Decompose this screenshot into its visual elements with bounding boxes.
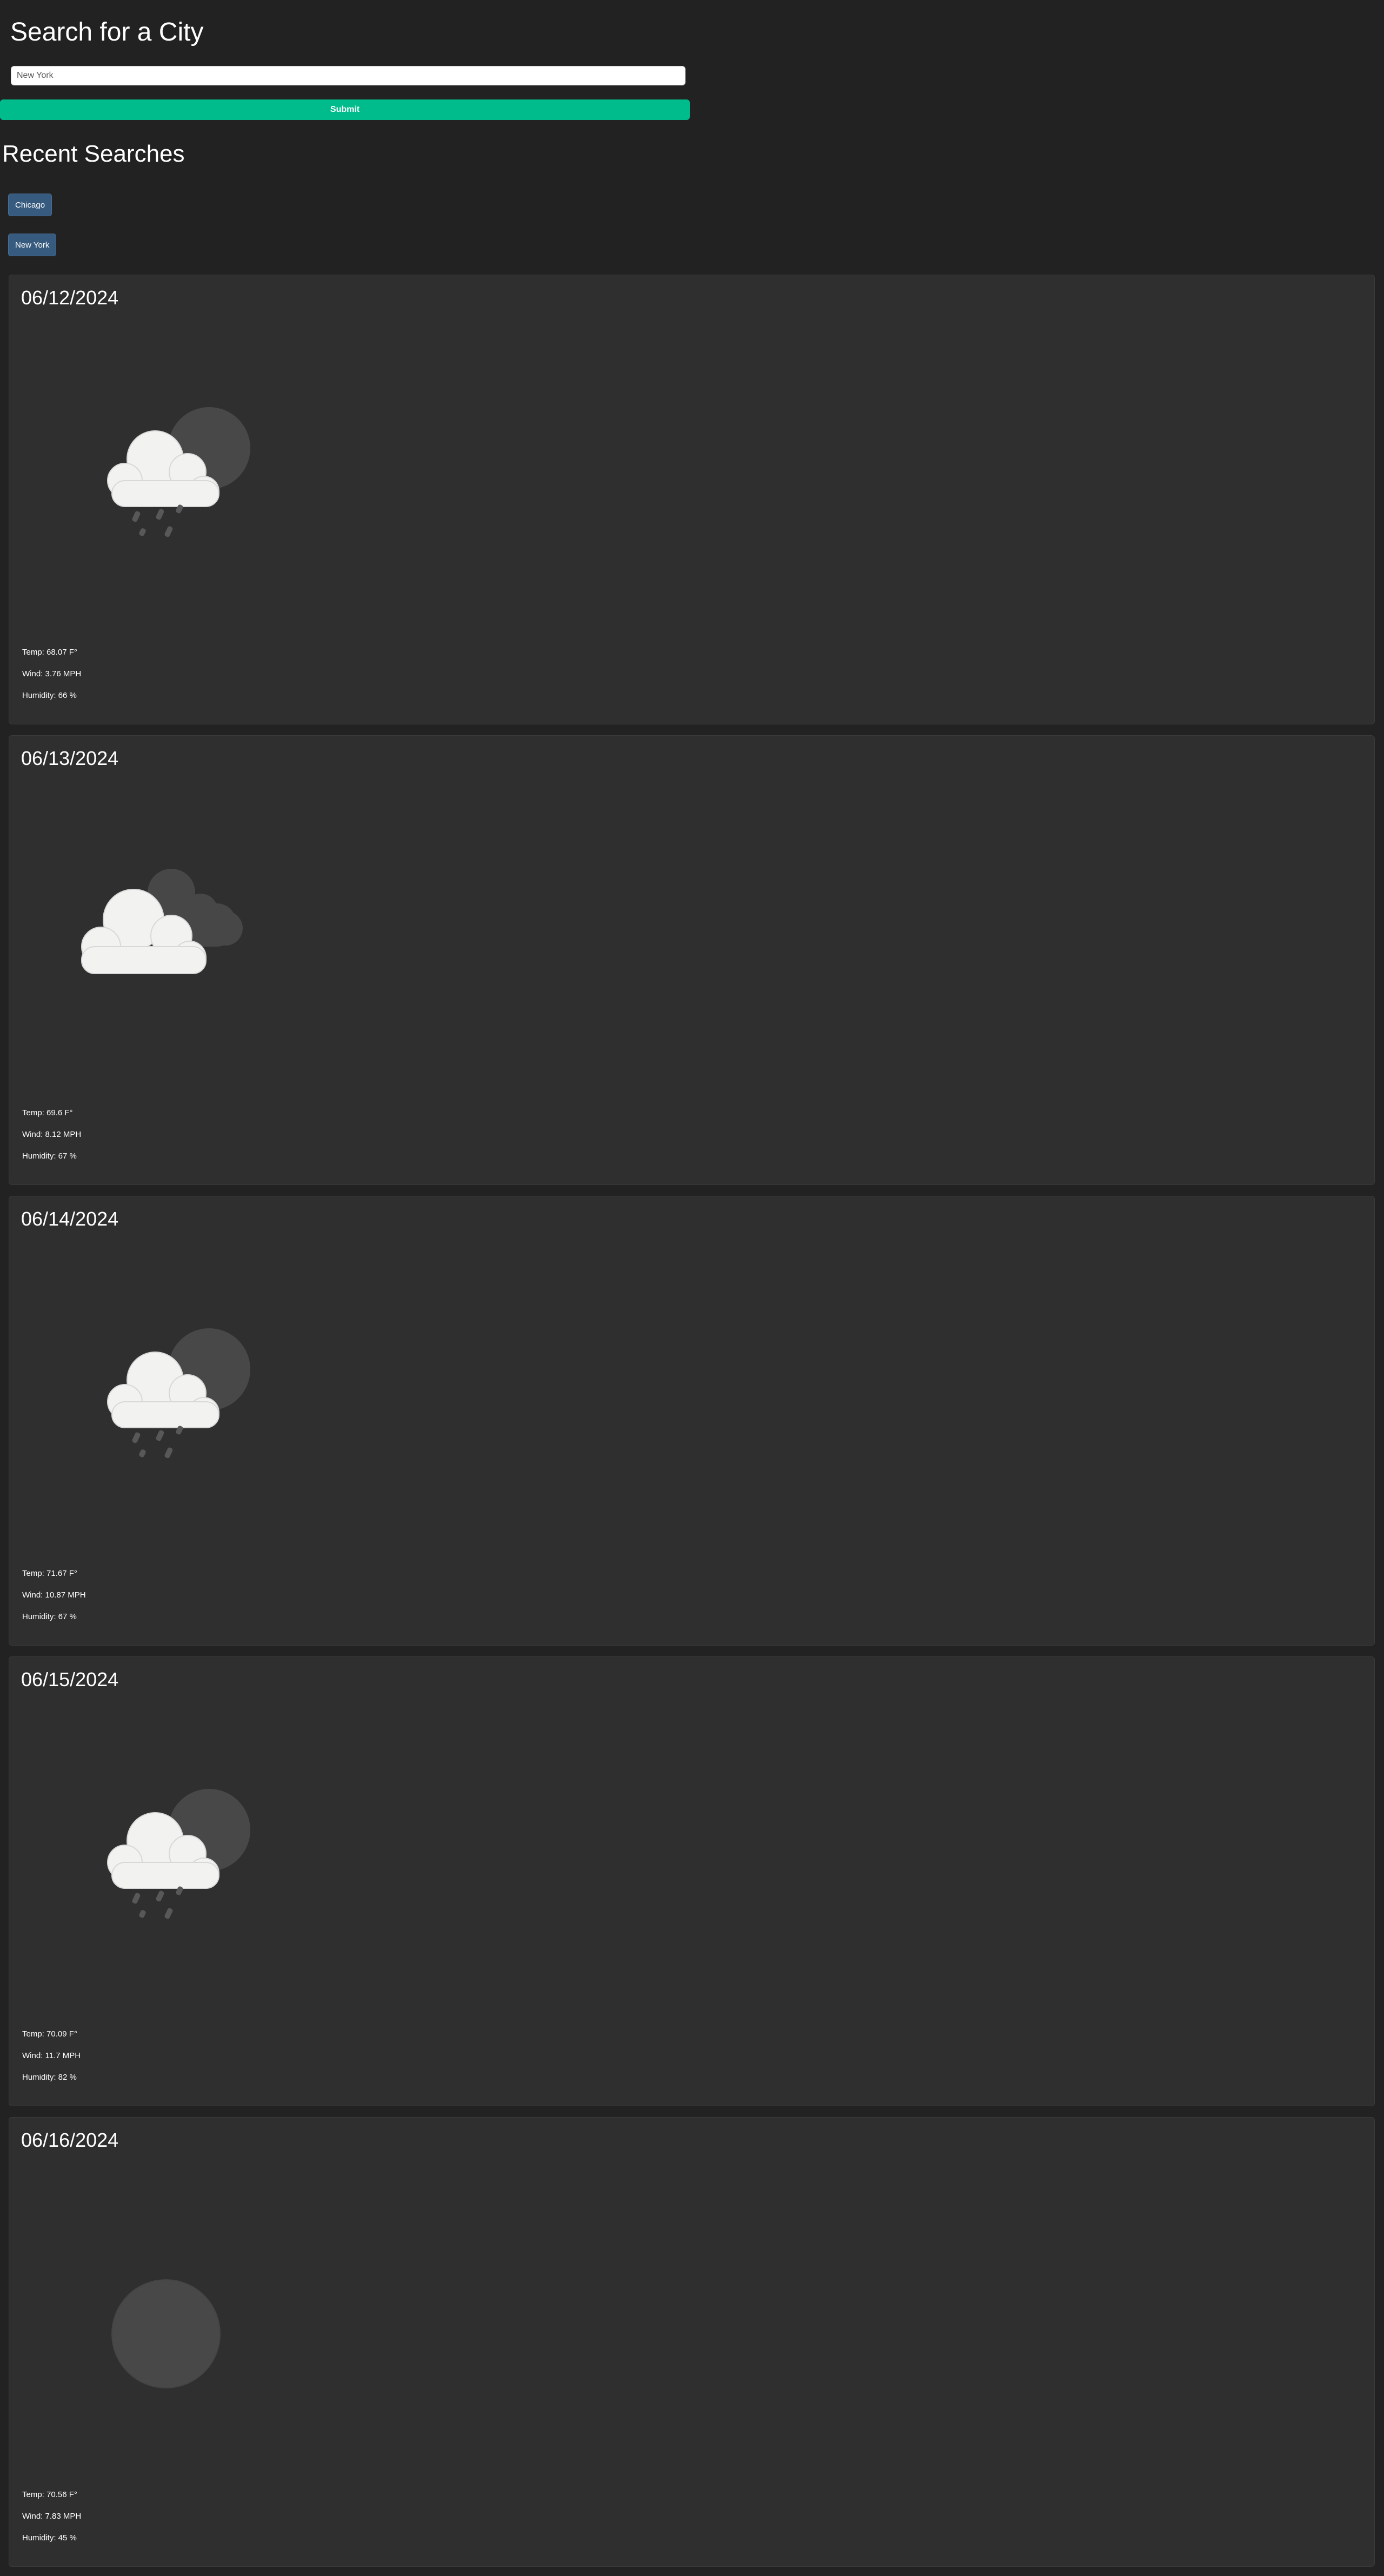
- wind-text: Wind: 7.83 MPH: [22, 2512, 82, 2521]
- submit-button[interactable]: Submit: [0, 99, 690, 120]
- forecast-card: 06/15/2024 Temp: 70.09 F° Wind: 11.7 MPH…: [9, 1656, 1375, 2106]
- wind-text: Wind: 10.87 MPH: [22, 1590, 86, 1600]
- temperature-text: Temp: 70.56 F°: [22, 2490, 77, 2499]
- forecast-date: 06/14/2024: [21, 1208, 119, 1230]
- humidity-text: Humidity: 45 %: [22, 2533, 77, 2542]
- temperature-text: Temp: 68.07 F°: [22, 648, 77, 657]
- wind-text: Wind: 8.12 MPH: [22, 1130, 82, 1139]
- temperature-text: Temp: 69.6 F°: [22, 1108, 73, 1117]
- forecast-date: 06/12/2024: [21, 287, 119, 309]
- city-search-input[interactable]: [11, 66, 686, 85]
- forecast-date: 06/15/2024: [21, 1668, 119, 1690]
- recent-search-new-york[interactable]: New York: [8, 234, 57, 256]
- forecast-card: 06/12/2024 Temp: 68.07 F° Wind: 3.76 MPH…: [9, 275, 1375, 724]
- broken-clouds-icon: [81, 869, 243, 974]
- recent-searches-title: Recent Searches: [2, 141, 185, 167]
- forecast-date: 06/13/2024: [21, 747, 119, 769]
- humidity-text: Humidity: 66 %: [22, 691, 77, 700]
- humidity-text: Humidity: 82 %: [22, 2073, 77, 2082]
- rain-cloud-moon-icon: [107, 1328, 250, 1459]
- wind-text: Wind: 3.76 MPH: [22, 669, 82, 678]
- wind-text: Wind: 11.7 MPH: [22, 2051, 81, 2060]
- rain-cloud-moon-icon: [107, 407, 250, 537]
- humidity-text: Humidity: 67 %: [22, 1151, 77, 1161]
- forecast-date: 06/16/2024: [21, 2129, 119, 2151]
- temperature-text: Temp: 71.67 F°: [22, 1569, 77, 1578]
- forecast-card: 06/14/2024 Temp: 71.67 F° Wind: 10.87 MP…: [9, 1196, 1375, 1646]
- rain-cloud-moon-icon: [107, 1789, 250, 1919]
- recent-search-chicago[interactable]: Chicago: [8, 194, 52, 216]
- forecast-card: 06/13/2024 Temp: 69.6 F° Wind: 8.12 MPH …: [9, 735, 1375, 1185]
- page-title: Search for a City: [10, 18, 204, 46]
- temperature-text: Temp: 70.09 F°: [22, 2029, 77, 2039]
- humidity-text: Humidity: 67 %: [22, 1612, 77, 1621]
- forecast-card: 06/16/2024 Temp: 70.56 F° Wind: 7.83 MPH…: [9, 2117, 1375, 2567]
- clear-moon-icon: [111, 2279, 221, 2388]
